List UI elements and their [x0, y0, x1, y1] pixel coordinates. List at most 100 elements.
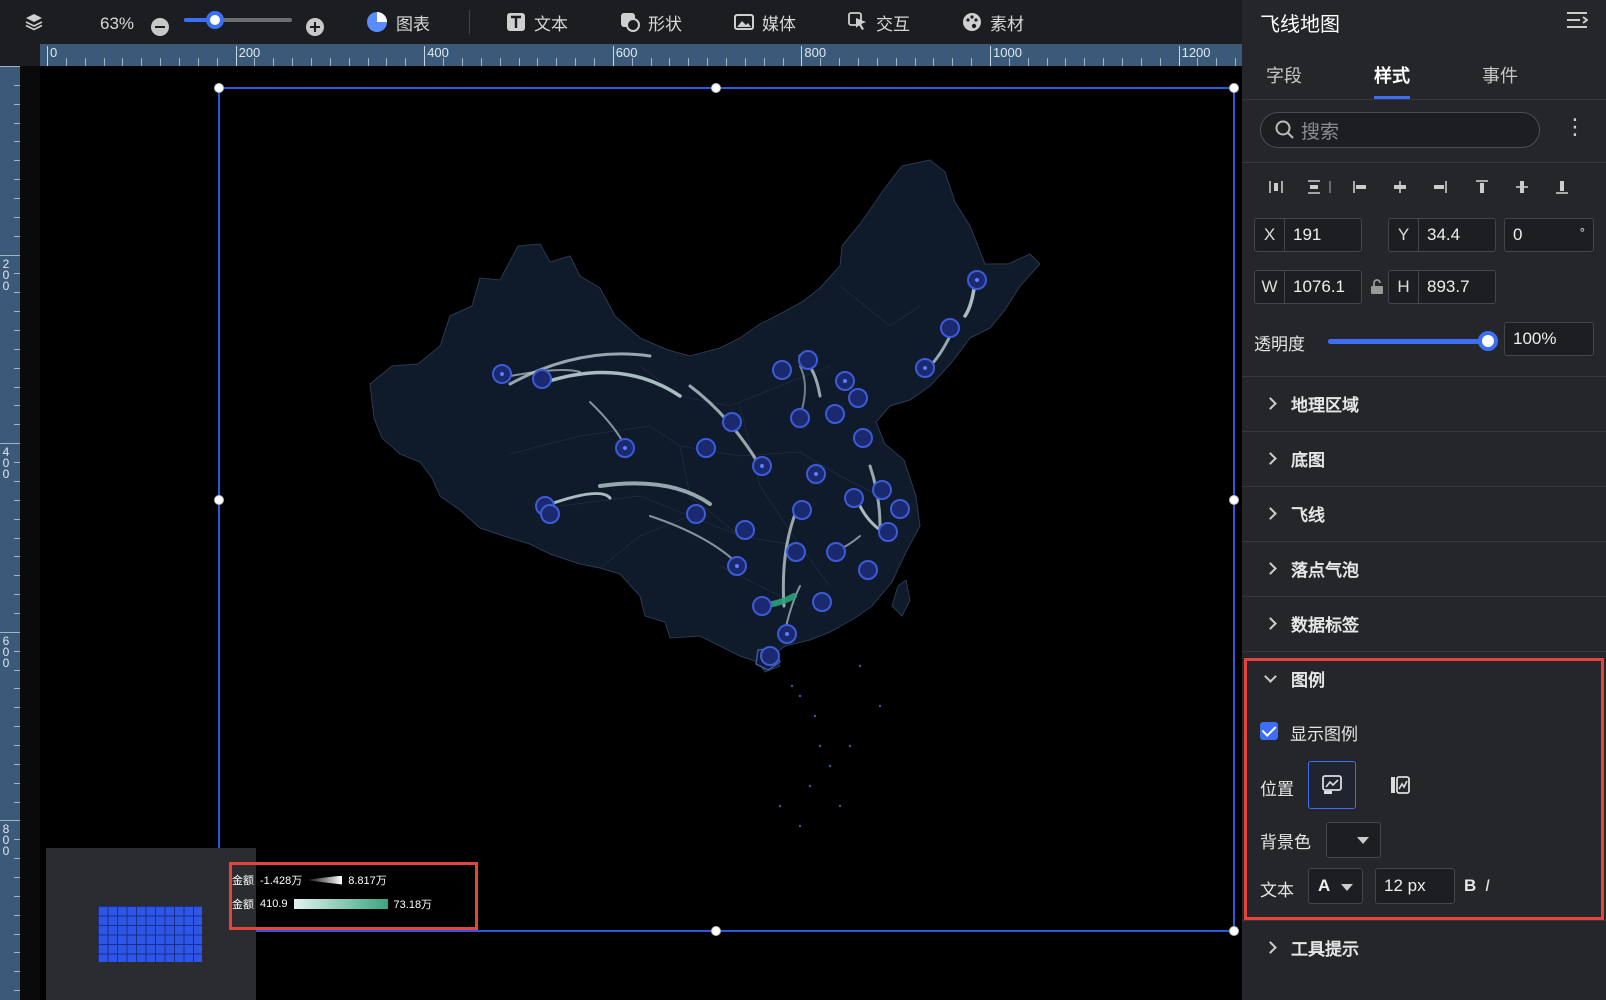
ruler-tick	[329, 58, 331, 66]
toolbar-chart-label: 图表	[396, 14, 430, 34]
ruler-tick	[367, 58, 369, 66]
ruler-tick	[1140, 58, 1142, 66]
resize-handle-top[interactable]	[711, 83, 721, 93]
tab-events[interactable]: 事件	[1482, 62, 1518, 88]
more-options-icon[interactable]: ⋮	[1564, 114, 1586, 140]
legend-bottom-left-icon	[1322, 775, 1342, 794]
ruler-tick	[556, 58, 558, 66]
height-field[interactable]: H 893.7	[1388, 270, 1496, 304]
ruler-tick	[122, 58, 124, 66]
ruler-tick	[876, 58, 878, 66]
resize-handle-bottom-right[interactable]	[1229, 926, 1239, 936]
active-tab-indicator	[1374, 96, 1410, 99]
resize-handle-top-left[interactable]	[214, 83, 224, 93]
ruler-tick	[65, 58, 67, 66]
toolbar-material[interactable]: 素材	[962, 8, 1024, 36]
height-field-label: H	[1389, 271, 1419, 303]
toolbar-shape[interactable]: 形状	[620, 8, 682, 36]
toolbar-media[interactable]: 媒体	[734, 8, 796, 36]
text-color-picker[interactable]: A	[1308, 868, 1363, 904]
rotation-field[interactable]: 0 °	[1504, 218, 1594, 252]
section-legend[interactable]: 图例	[1242, 651, 1606, 705]
show-legend-checkbox[interactable]	[1260, 722, 1278, 740]
toolbar-chart[interactable]: 图表	[366, 8, 430, 36]
minimap[interactable]	[46, 848, 256, 1000]
tab-fields[interactable]: 字段	[1266, 62, 1302, 88]
section-tooltip[interactable]: 工具提示	[1242, 920, 1606, 974]
width-field[interactable]: W 1076.1	[1254, 270, 1362, 304]
resize-handle-bottom[interactable]	[711, 926, 721, 936]
opacity-slider-thumb[interactable]	[1478, 331, 1498, 351]
toolbar-text[interactable]: 文本	[506, 8, 568, 36]
alignment-toolbar	[1242, 162, 1606, 210]
ruler-label: 400	[2, 445, 10, 482]
section-data-label[interactable]: 数据标签	[1242, 596, 1606, 650]
collapse-panel-icon[interactable]	[1566, 10, 1588, 30]
section-tooltip-label: 工具提示	[1291, 940, 1359, 959]
search-input[interactable]: 搜索	[1260, 112, 1540, 148]
resize-handle-left[interactable]	[214, 495, 224, 505]
ruler-label: 800	[2, 822, 10, 859]
ruler-label: 800	[804, 45, 827, 60]
bold-toggle[interactable]: B	[1464, 876, 1476, 896]
minus-circle-icon	[151, 18, 169, 36]
search-icon	[1275, 120, 1294, 139]
ruler-tick	[216, 58, 218, 66]
zoom-in-button[interactable]	[306, 13, 324, 41]
background-color-picker[interactable]	[1326, 822, 1381, 858]
align-center-horizontal-icon[interactable]	[1392, 179, 1408, 195]
align-middle-icon[interactable]	[1514, 179, 1530, 195]
section-basemap[interactable]: 底图	[1242, 431, 1606, 485]
top-toolbar: 63% 图表 文本 形状 媒体 交互 素材	[0, 0, 1242, 44]
align-left-icon[interactable]	[1352, 179, 1368, 195]
legend-position-left-button[interactable]	[1376, 761, 1424, 809]
panel-title: 飞线地图	[1260, 14, 1340, 36]
section-landing-bubble[interactable]: 落点气泡	[1242, 541, 1606, 595]
ruler-tick	[669, 58, 671, 66]
ruler-tick	[197, 58, 199, 66]
distribute-vertical-icon[interactable]	[1306, 179, 1322, 195]
distribute-horizontal-icon[interactable]	[1268, 179, 1284, 195]
toolbar-interact[interactable]: 交互	[848, 8, 910, 36]
toolbar-media-label: 媒体	[762, 14, 796, 34]
layers-button[interactable]	[24, 8, 44, 36]
resize-handle-top-right[interactable]	[1229, 83, 1239, 93]
section-geo-region[interactable]: 地理区域	[1242, 376, 1606, 430]
ruler-tick	[1122, 58, 1124, 66]
align-top-icon[interactable]	[1474, 179, 1490, 195]
section-flyline[interactable]: 飞线	[1242, 486, 1606, 540]
chevron-down-icon	[1264, 669, 1277, 683]
selection-box[interactable]	[214, 83, 1239, 936]
resize-handle-right[interactable]	[1229, 495, 1239, 505]
ruler-gutter	[20, 66, 40, 1000]
font-size-input[interactable]: 12 px	[1375, 868, 1455, 904]
tab-style[interactable]: 样式	[1374, 62, 1410, 88]
ruler-tick	[990, 46, 991, 66]
zoom-out-button[interactable]	[151, 13, 169, 41]
ruler-tick	[1084, 58, 1086, 66]
ruler-tick	[424, 46, 426, 66]
legend-position-bottom-left-button[interactable]	[1308, 761, 1356, 809]
rotation-value: 0	[1513, 225, 1523, 244]
font-size-value: 12 px	[1384, 876, 1426, 895]
align-bottom-icon[interactable]	[1554, 179, 1570, 195]
ruler-tick	[763, 58, 765, 66]
ruler-tick	[1065, 58, 1067, 66]
ruler-label: 600	[615, 45, 638, 60]
italic-toggle[interactable]: I	[1485, 876, 1490, 896]
editor-canvas[interactable]: 金额 -1.428万 8.817万 金额 410.9 73.18万	[40, 66, 1242, 1000]
align-right-icon[interactable]	[1432, 179, 1448, 195]
opacity-input[interactable]: 100%	[1504, 322, 1594, 356]
ruler-label: 600	[2, 633, 10, 670]
ruler-tick	[1216, 58, 1218, 66]
ruler-tick	[801, 46, 803, 66]
x-field[interactable]: X 191	[1254, 218, 1362, 252]
zoom-slider[interactable]	[184, 11, 292, 29]
width-field-value: 1076.1	[1293, 277, 1345, 296]
panel-tabs: 字段 样式 事件	[1242, 54, 1606, 100]
zoom-slider-thumb[interactable]	[206, 11, 224, 29]
y-field[interactable]: Y 34.4	[1388, 218, 1496, 252]
opacity-slider[interactable]	[1328, 331, 1498, 351]
aspect-lock-icon[interactable]	[1370, 279, 1384, 295]
font-color-glyph: A	[1318, 876, 1331, 895]
